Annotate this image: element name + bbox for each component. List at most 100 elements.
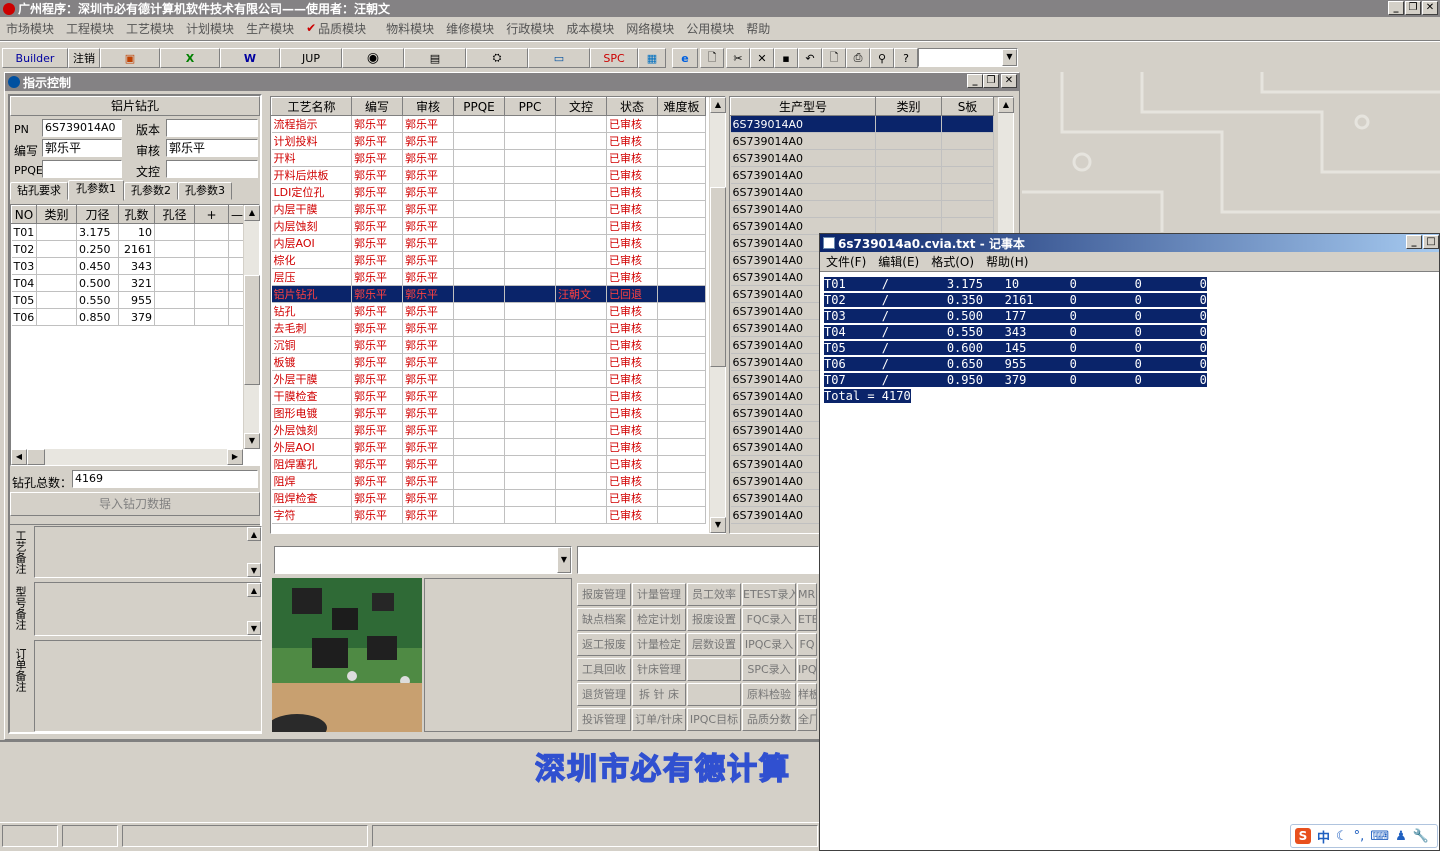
- drill-minus[interactable]: [228, 257, 244, 275]
- drill-hole-dia[interactable]: [154, 223, 195, 241]
- menu-maintenance[interactable]: 维修模块: [446, 20, 494, 37]
- total-field[interactable]: 4169: [72, 470, 258, 488]
- module-button[interactable]: 缺点档案: [577, 608, 631, 631]
- scroll-down-icon[interactable]: ▼: [244, 433, 260, 449]
- wrench-icon[interactable]: 🔧: [1413, 829, 1429, 844]
- menu-material[interactable]: 物料模块: [386, 20, 434, 37]
- model-combo[interactable]: [577, 546, 819, 574]
- network-icon[interactable]: ⛭: [466, 48, 528, 68]
- tab-hole-param-2[interactable]: 孔参数2: [124, 182, 178, 200]
- module-button[interactable]: 计量检定: [632, 633, 686, 656]
- computer-icon[interactable]: ▭: [528, 48, 590, 68]
- process-row[interactable]: 棕化 郭乐平 郭乐平 已审核: [271, 251, 706, 269]
- ie-icon[interactable]: e: [672, 48, 698, 68]
- module-button[interactable]: MRB: [797, 583, 817, 606]
- drill-hole-dia[interactable]: [154, 291, 195, 309]
- window-restore-button[interactable]: ❐: [983, 74, 999, 88]
- drill-no[interactable]: T05 /: [11, 291, 37, 309]
- scroll-down-icon[interactable]: ▼: [710, 517, 726, 533]
- module-button[interactable]: FQ: [797, 633, 817, 656]
- process-row[interactable]: 开料 郭乐平 郭乐平 已审核: [271, 149, 706, 167]
- process-row[interactable]: 开料后烘板 郭乐平 郭乐平 已审核: [271, 166, 706, 184]
- notepad-minimize-button[interactable]: _: [1406, 235, 1422, 249]
- menu-production[interactable]: 生产模块: [246, 20, 294, 37]
- scroll-up-icon[interactable]: ▲: [247, 527, 261, 541]
- menu-plan[interactable]: 计划模块: [186, 20, 234, 37]
- module-button[interactable]: 原料检验: [742, 683, 796, 706]
- module-button[interactable]: 投诉管理: [577, 708, 631, 731]
- process-row[interactable]: 计划投料 郭乐平 郭乐平 已审核: [271, 132, 706, 150]
- chevron-down-icon[interactable]: ▼: [557, 547, 571, 573]
- process-row[interactable]: 干膜检查 郭乐平 郭乐平 已审核: [271, 387, 706, 405]
- col-difficulty[interactable]: 难度板: [657, 97, 706, 116]
- module-button[interactable]: [687, 683, 741, 706]
- wenkong-field[interactable]: [166, 160, 258, 178]
- delete-icon[interactable]: ✕: [750, 48, 774, 68]
- module-button[interactable]: 员工效率: [687, 583, 741, 606]
- drill-hscroll[interactable]: ◀ ▶: [11, 449, 243, 465]
- module-button[interactable]: 返工报废: [577, 633, 631, 656]
- drill-hole-dia[interactable]: [154, 274, 195, 292]
- model-row[interactable]: 6S739014A0: [730, 132, 994, 150]
- module-button[interactable]: FQC录入: [742, 608, 796, 631]
- process-vscroll[interactable]: ▲ ▼: [709, 97, 726, 533]
- process-row[interactable]: 外层蚀刻 郭乐平 郭乐平 已审核: [271, 421, 706, 439]
- drill-count[interactable]: 955: [118, 291, 155, 309]
- drill-type[interactable]: [36, 291, 77, 309]
- drill-row[interactable]: T06 / 0.850379: [11, 308, 244, 326]
- user-icon[interactable]: ♟: [1395, 829, 1407, 844]
- menu-engineering[interactable]: 工程模块: [66, 20, 114, 37]
- col-model-type[interactable]: 类别: [875, 97, 942, 116]
- process-combo[interactable]: ▼: [274, 546, 572, 574]
- module-button[interactable]: 品质分数: [742, 708, 796, 731]
- find-icon[interactable]: ⚲: [870, 48, 894, 68]
- drill-plus[interactable]: [194, 223, 229, 241]
- model-row[interactable]: 6S739014A0: [730, 166, 994, 184]
- process-row[interactable]: 铝片钻孔 郭乐平 郭乐平 汪朝文 已回退: [271, 285, 706, 303]
- module-button[interactable]: 报废管理: [577, 583, 631, 606]
- module-button[interactable]: 计量管理: [632, 583, 686, 606]
- module-button[interactable]: [687, 658, 741, 681]
- notepad-menu-file[interactable]: 文件(F): [826, 253, 866, 270]
- menu-quality[interactable]: 品质模块: [318, 20, 366, 37]
- col-type[interactable]: 类别: [36, 205, 77, 224]
- excel-icon[interactable]: X: [160, 48, 220, 68]
- drill-plus[interactable]: [194, 274, 229, 292]
- drill-count[interactable]: 379: [118, 308, 155, 326]
- drill-no[interactable]: T04 /: [11, 274, 37, 292]
- col-minus[interactable]: —: [228, 205, 244, 224]
- process-row[interactable]: 沉铜 郭乐平 郭乐平 已审核: [271, 336, 706, 354]
- process-row[interactable]: 阻焊塞孔 郭乐平 郭乐平 已审核: [271, 455, 706, 473]
- preview-icon[interactable]: 🗋: [822, 48, 846, 68]
- drill-type[interactable]: [36, 308, 77, 326]
- drill-hole-dia[interactable]: [154, 240, 195, 258]
- process-row[interactable]: 字符 郭乐平 郭乐平 已审核: [271, 506, 706, 524]
- drill-minus[interactable]: [228, 240, 244, 258]
- hscroll-thumb[interactable]: [27, 449, 45, 465]
- model-row[interactable]: 6S739014A0: [730, 115, 994, 133]
- drill-tool-dia[interactable]: 0.550: [76, 291, 119, 309]
- module-button[interactable]: 拆 针 床: [632, 683, 686, 706]
- process-row[interactable]: 外层AOI 郭乐平 郭乐平 已审核: [271, 438, 706, 456]
- process-row[interactable]: 内层干膜 郭乐平 郭乐平 已审核: [271, 200, 706, 218]
- col-plus[interactable]: +: [194, 205, 229, 224]
- drill-row[interactable]: T04 / 0.500321: [11, 274, 244, 292]
- col-model[interactable]: 生产型号: [730, 97, 876, 116]
- model-row[interactable]: 6S739014A0: [730, 183, 994, 201]
- new-doc-icon[interactable]: 🗋: [700, 48, 724, 68]
- keyboard-icon[interactable]: ⌨: [1370, 829, 1389, 844]
- model-note-field[interactable]: ▲ ▼: [34, 582, 262, 636]
- module-button[interactable]: IPQ: [797, 658, 817, 681]
- save-icon[interactable]: ▪: [774, 48, 798, 68]
- menu-network[interactable]: 网络模块: [626, 20, 674, 37]
- database-icon[interactable]: ▤: [404, 48, 466, 68]
- module-button[interactable]: 报废设置: [687, 608, 741, 631]
- drill-count[interactable]: 343: [118, 257, 155, 275]
- drill-row[interactable]: T01 / 3.17510: [11, 223, 244, 241]
- drill-tool-dia[interactable]: 0.250: [76, 240, 119, 258]
- model-row[interactable]: 6S739014A0: [730, 200, 994, 218]
- close-button[interactable]: ✕: [1422, 1, 1438, 15]
- scroll-left-icon[interactable]: ◀: [11, 449, 27, 465]
- undo-icon[interactable]: ↶: [798, 48, 822, 68]
- drill-plus[interactable]: [194, 240, 229, 258]
